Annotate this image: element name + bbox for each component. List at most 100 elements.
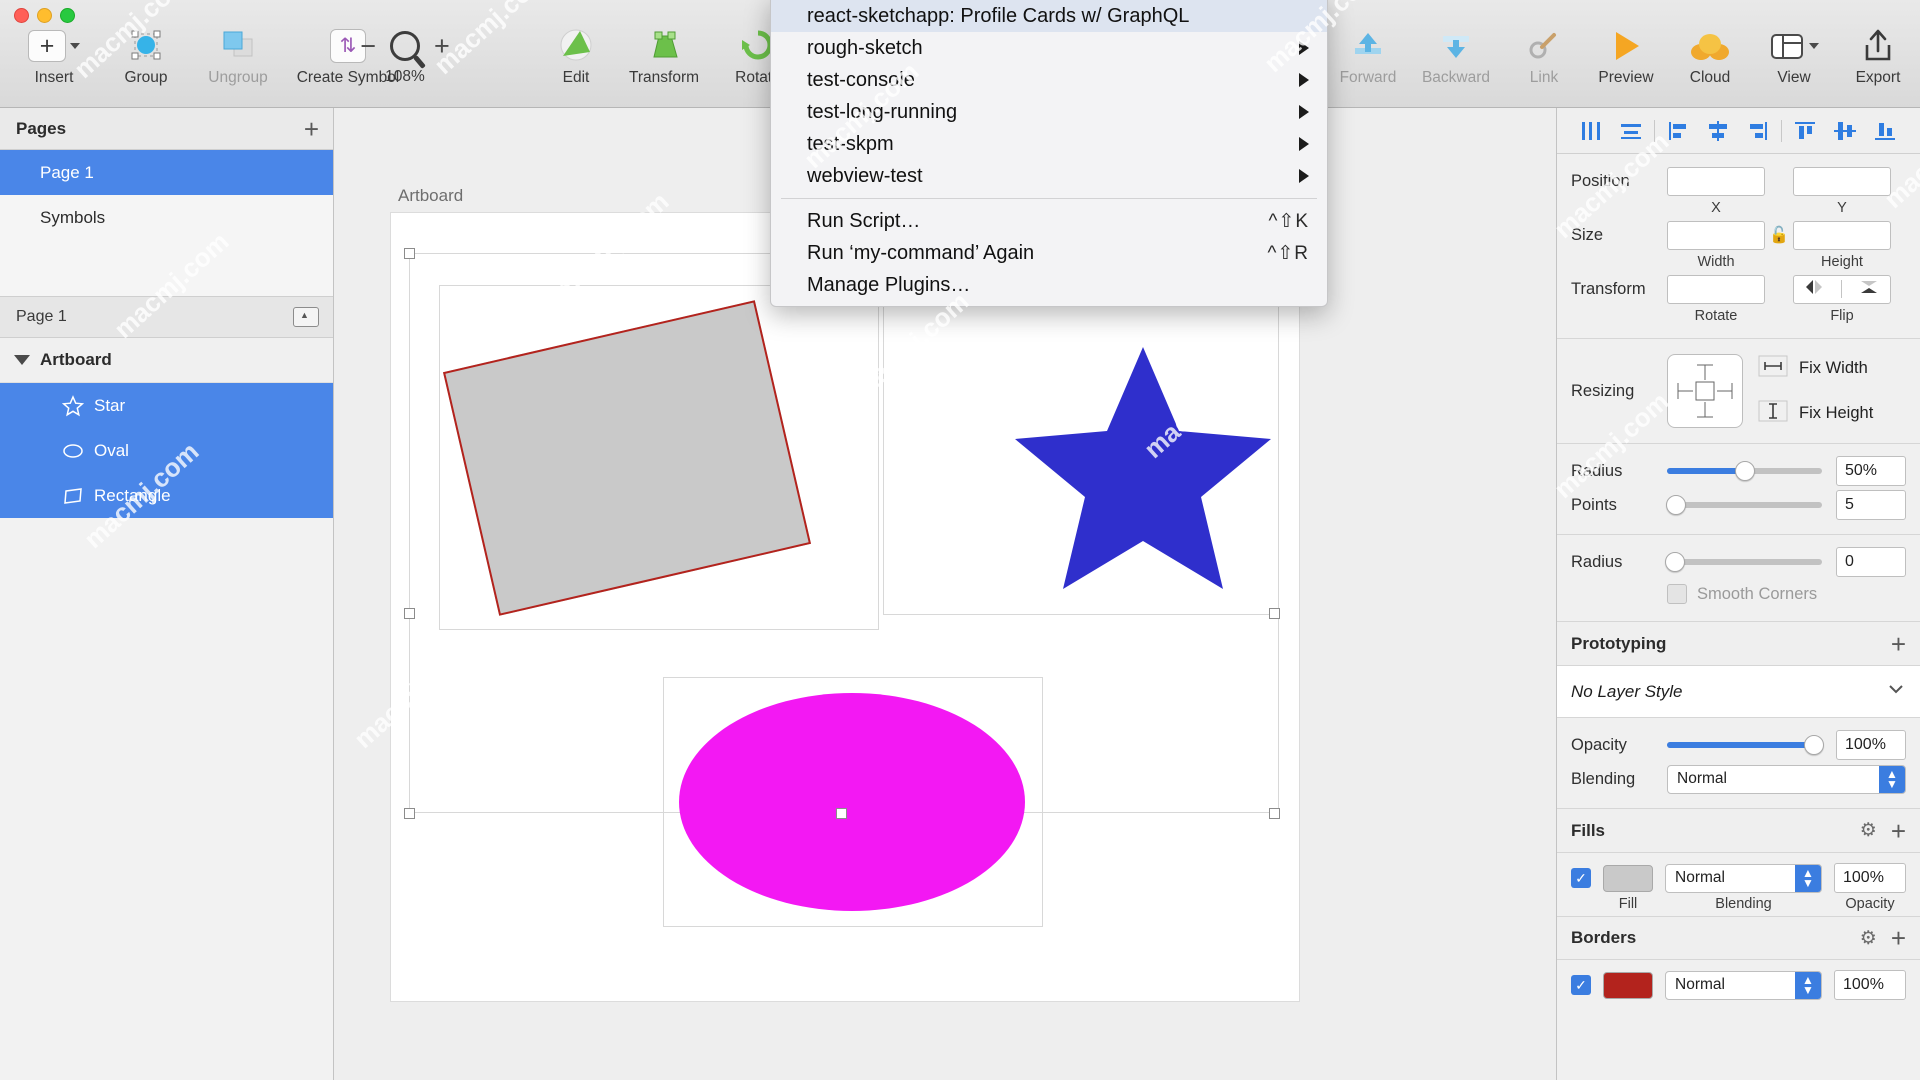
layer-style-row[interactable]: No Layer Style — [1557, 666, 1920, 718]
radius-abs-value[interactable]: 0 — [1836, 547, 1906, 577]
position-x-input[interactable] — [1667, 166, 1765, 196]
artboard-name-label[interactable]: Artboard — [398, 186, 463, 206]
points-slider[interactable] — [1666, 495, 1822, 515]
align-horizontal-center-icon[interactable] — [1571, 116, 1611, 146]
zoom-button[interactable] — [60, 8, 75, 23]
gear-icon[interactable]: ⚙ — [1860, 819, 1877, 842]
align-vertical-middle-icon[interactable] — [1825, 116, 1865, 146]
menu-item-rough-sketch[interactable]: rough-sketch — [771, 32, 1327, 64]
size-height-input[interactable] — [1793, 220, 1891, 250]
border-blending-select[interactable]: Normal ▲ ▼ — [1665, 970, 1822, 1000]
toolbar-export[interactable]: Export — [1832, 24, 1920, 96]
toolbar-link[interactable]: Link — [1498, 24, 1590, 96]
size-width-input[interactable] — [1667, 220, 1765, 250]
toolbar-backward[interactable]: Backward — [1410, 24, 1502, 96]
radius-percent-value[interactable]: 50% — [1836, 456, 1906, 486]
add-fill-button[interactable]: + — [1891, 818, 1906, 844]
menu-item-react-sketchapp[interactable]: react-sketchapp: Profile Cards w/ GraphQ… — [771, 0, 1327, 32]
flip-horizontal-icon[interactable] — [1801, 277, 1827, 301]
smooth-corners-row[interactable]: ✓ Smooth Corners — [1571, 579, 1906, 609]
align-top-icon[interactable] — [1785, 116, 1825, 146]
align-bottom-icon[interactable] — [1865, 116, 1905, 146]
flip-buttons[interactable] — [1793, 274, 1891, 304]
zoom-control[interactable]: − + 108% — [330, 24, 480, 96]
toolbar-view[interactable]: View — [1748, 24, 1840, 96]
menu-item-shortcut: ^⇧R — [1267, 242, 1309, 264]
unlocked-icon[interactable]: 🔓 — [1765, 225, 1793, 245]
fix-height-toggle[interactable]: Fix Height — [1757, 398, 1873, 429]
page-item-page-1[interactable]: Page 1 — [0, 150, 333, 195]
plugins-dropdown-menu[interactable]: react-sketchapp: Profile Cards w/ GraphQ… — [770, 0, 1328, 307]
stepper-icon[interactable]: ▲ ▼ — [1795, 971, 1821, 999]
canvas-shape-star[interactable] — [1003, 343, 1283, 593]
menu-item-run-again[interactable]: Run ‘my-command’ Again ^⇧R — [771, 237, 1327, 269]
resize-handle-tl[interactable] — [404, 248, 415, 259]
fill-enabled-checkbox[interactable]: ✓ — [1571, 868, 1591, 888]
opacity-slider[interactable] — [1667, 735, 1824, 755]
toolbar-cloud[interactable]: Cloud — [1664, 24, 1756, 96]
align-right-icon[interactable] — [1738, 116, 1778, 146]
smooth-corners-checkbox[interactable]: ✓ — [1667, 584, 1687, 604]
menu-item-webview-test[interactable]: webview-test — [771, 160, 1327, 192]
close-button[interactable] — [14, 8, 29, 23]
align-vertical-center-icon[interactable] — [1611, 116, 1651, 146]
layer-row-oval[interactable]: Oval — [0, 428, 333, 473]
menu-item-run-script[interactable]: Run Script… ^⇧K — [771, 205, 1327, 237]
layer-row-rectangle[interactable]: Rectangle — [0, 473, 333, 518]
toolbar-insert[interactable]: + Insert — [8, 24, 100, 96]
toolbar-edit[interactable]: Edit — [530, 24, 622, 96]
radius-percent-slider[interactable] — [1667, 461, 1822, 481]
menu-item-test-skpm[interactable]: test-skpm — [771, 128, 1327, 160]
border-opacity-value[interactable]: 100% — [1834, 970, 1906, 1000]
artboard[interactable] — [390, 212, 1300, 1002]
resize-handle-br[interactable] — [1269, 808, 1280, 819]
fill-opacity-value[interactable]: 100% — [1834, 863, 1906, 893]
resizing-anchor-control[interactable] — [1667, 354, 1743, 428]
add-page-button[interactable]: + — [304, 116, 319, 142]
toolbar-preview[interactable]: Preview — [1580, 24, 1672, 96]
position-y-input[interactable] — [1793, 166, 1891, 196]
points-value[interactable]: 5 — [1836, 490, 1906, 520]
toolbar-cloud-label: Cloud — [1689, 69, 1731, 86]
disclosure-triangle-icon[interactable] — [14, 355, 30, 365]
border-enabled-checkbox[interactable]: ✓ — [1571, 975, 1591, 995]
add-border-button[interactable]: + — [1891, 925, 1906, 951]
menu-item-label: test-console — [807, 68, 915, 91]
add-prototype-button[interactable]: + — [1891, 631, 1906, 657]
stepper-icon[interactable]: ▲ ▼ — [1795, 864, 1821, 892]
menu-item-manage-plugins[interactable]: Manage Plugins… — [771, 269, 1327, 301]
canvas-shape-oval[interactable] — [679, 693, 1025, 911]
gear-icon[interactable]: ⚙ — [1860, 927, 1877, 950]
blending-select[interactable]: Normal ▲ ▼ — [1667, 764, 1906, 794]
radius-abs-slider[interactable] — [1665, 552, 1822, 572]
align-horizontal-middle-icon[interactable] — [1698, 116, 1738, 146]
toolbar-transform[interactable]: Transform — [618, 24, 710, 96]
toolbar-ungroup[interactable]: Ungroup — [192, 24, 284, 96]
fix-width-toggle[interactable]: Fix Width — [1757, 353, 1873, 384]
menu-item-test-console[interactable]: test-console — [771, 64, 1327, 96]
zoom-in-button[interactable]: + — [434, 32, 450, 60]
flip-vertical-icon[interactable] — [1857, 277, 1883, 301]
fill-blending-select[interactable]: Normal ▲ ▼ — [1665, 863, 1822, 893]
menu-item-test-long-running[interactable]: test-long-running — [771, 96, 1327, 128]
chevron-down-icon[interactable] — [1886, 682, 1906, 701]
page-item-symbols[interactable]: Symbols — [0, 195, 333, 240]
rotate-input[interactable] — [1667, 274, 1765, 304]
stepper-icon[interactable]: ▲ ▼ — [1879, 765, 1905, 793]
layer-row-star[interactable]: Star — [0, 383, 333, 428]
fill-color-swatch[interactable] — [1603, 864, 1653, 892]
transform-row: Transform — [1571, 272, 1906, 306]
resize-handle-bl[interactable] — [404, 808, 415, 819]
resize-handle-ml[interactable] — [404, 608, 415, 619]
border-color-swatch[interactable] — [1603, 971, 1653, 999]
minimize-button[interactable] — [37, 8, 52, 23]
resize-handle-mr[interactable] — [1269, 608, 1280, 619]
collapse-pages-button[interactable] — [293, 307, 319, 327]
zoom-out-button[interactable]: − — [360, 32, 376, 60]
align-left-icon[interactable] — [1658, 116, 1698, 146]
toolbar-forward[interactable]: Forward — [1322, 24, 1414, 96]
opacity-value[interactable]: 100% — [1836, 730, 1906, 760]
toolbar-group[interactable]: Group — [100, 24, 192, 96]
layer-row-artboard[interactable]: Artboard — [0, 338, 333, 383]
resize-handle-bc[interactable] — [836, 808, 847, 819]
